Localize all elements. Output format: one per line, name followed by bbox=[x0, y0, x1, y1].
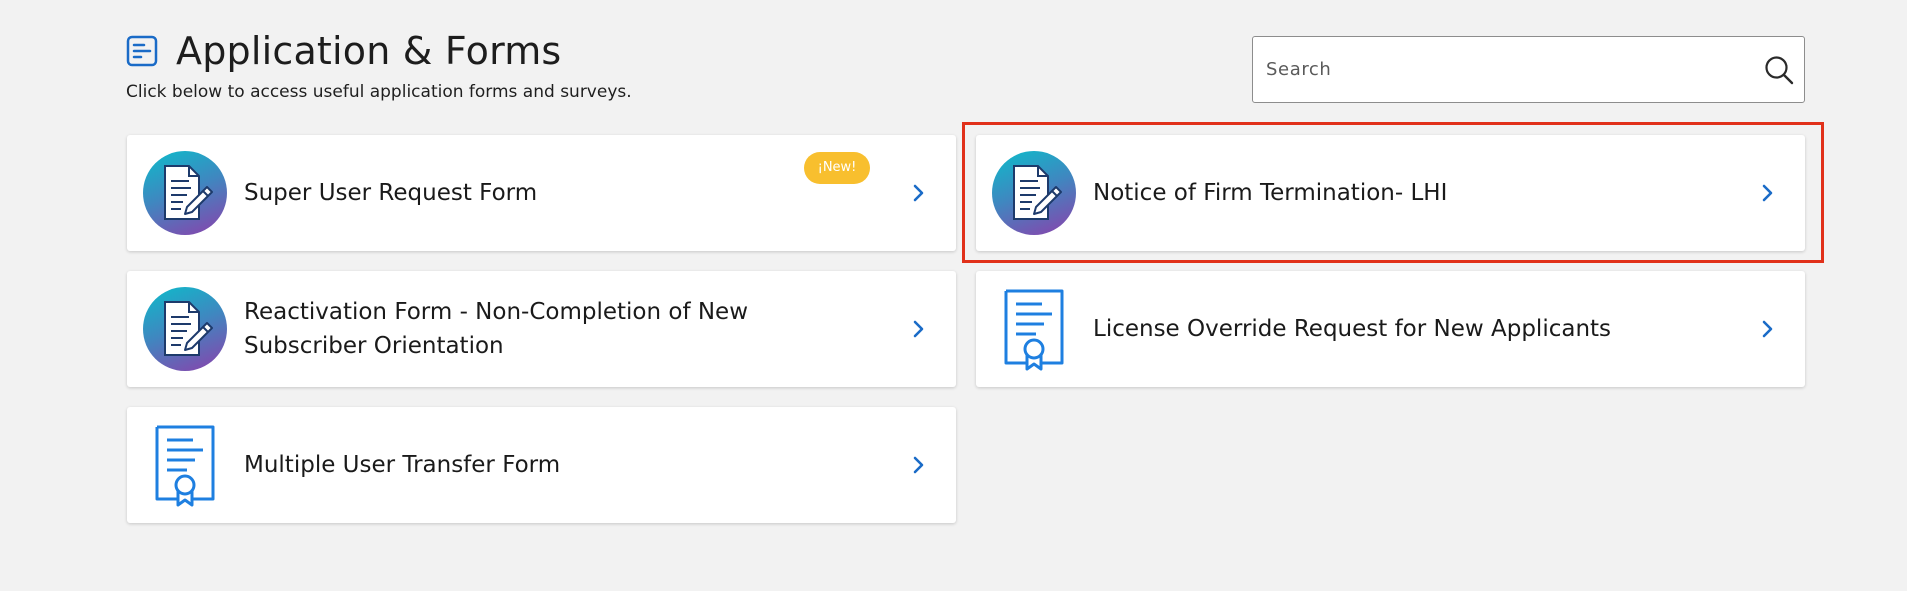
search-input[interactable] bbox=[1266, 37, 1736, 102]
chevron-right-icon bbox=[908, 319, 928, 339]
form-card-super-user-request[interactable]: Super User Request Form ¡New! bbox=[127, 135, 956, 251]
chevron-right-icon bbox=[908, 455, 928, 475]
form-card-label: License Override Request for New Applica… bbox=[1093, 316, 1612, 342]
edit-document-icon bbox=[992, 151, 1076, 235]
certificate-icon bbox=[143, 423, 227, 507]
edit-document-icon bbox=[143, 287, 227, 371]
form-card-label: Multiple User Transfer Form bbox=[244, 452, 561, 478]
form-card-notice-of-firm-termination[interactable]: Notice of Firm Termination- LHI bbox=[976, 135, 1805, 251]
new-badge: ¡New! bbox=[804, 152, 870, 184]
chevron-right-icon bbox=[1757, 319, 1777, 339]
edit-document-icon bbox=[143, 151, 227, 235]
form-card-reactivation[interactable]: Reactivation Form - Non-Completion of Ne… bbox=[127, 271, 956, 387]
search-icon[interactable] bbox=[1764, 55, 1794, 85]
form-card-license-override[interactable]: License Override Request for New Applica… bbox=[976, 271, 1805, 387]
list-document-icon bbox=[126, 35, 158, 67]
page-subtitle: Click below to access useful application… bbox=[126, 82, 632, 102]
form-card-multiple-user-transfer[interactable]: Multiple User Transfer Form bbox=[127, 407, 956, 523]
page-title: Application & Forms bbox=[176, 29, 562, 73]
form-card-label: Super User Request Form bbox=[244, 180, 538, 206]
chevron-right-icon bbox=[908, 183, 928, 203]
form-card-label: Reactivation Form - Non-Completion of Ne… bbox=[244, 299, 749, 359]
search-box bbox=[1252, 36, 1805, 103]
form-card-label: Notice of Firm Termination- LHI bbox=[1093, 180, 1448, 206]
chevron-right-icon bbox=[1757, 183, 1777, 203]
certificate-icon bbox=[992, 287, 1076, 371]
